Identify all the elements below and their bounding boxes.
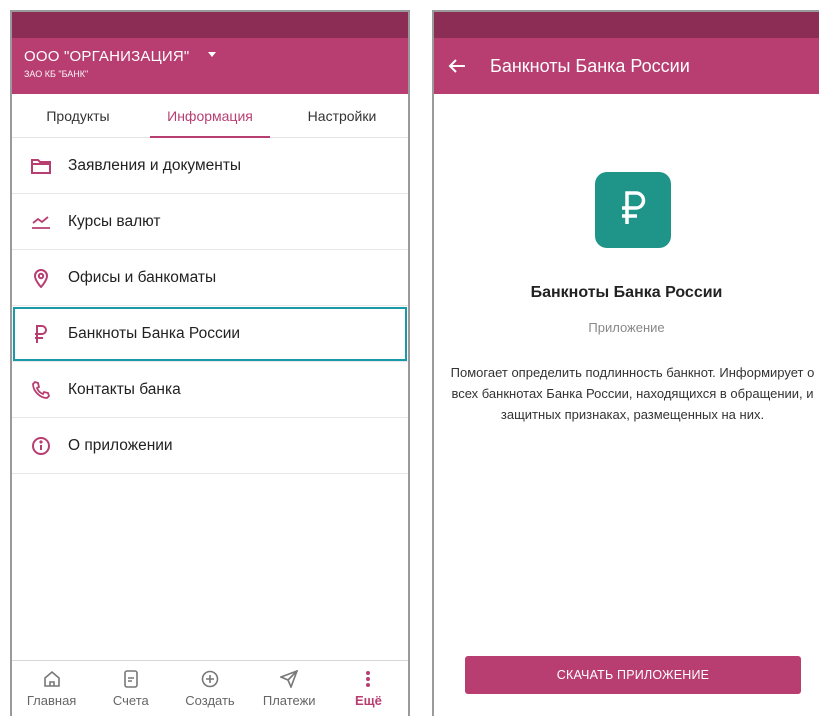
ruble-icon (618, 190, 648, 231)
tab-products[interactable]: Продукты (12, 94, 144, 137)
menu-item-documents[interactable]: Заявления и документы (12, 138, 408, 194)
status-bar (12, 12, 408, 38)
app-header: ООО "ОРГАНИЗАЦИЯ" ЗАО КБ "БАНК" (12, 38, 408, 94)
status-bar (434, 12, 819, 38)
app-logo (595, 172, 671, 248)
menu-item-offices-atms[interactable]: Офисы и банкоматы (12, 250, 408, 306)
tab-label: Настройки (307, 107, 377, 124)
menu-item-label: Банкноты Банка России (68, 324, 241, 342)
info-menu: Заявления и документы Курсы валют Офисы … (12, 138, 408, 474)
arrow-left-icon[interactable] (448, 53, 474, 79)
bottom-navigation: Главная Счета Создать Платежи Ещё (12, 660, 408, 716)
nav-more[interactable]: Ещё (329, 661, 408, 716)
caret-down-icon (207, 52, 216, 58)
phone-icon (30, 379, 52, 401)
bank-name: ЗАО КБ "БАНК" (24, 69, 89, 79)
menu-item-currency-rates[interactable]: Курсы валют (12, 194, 408, 250)
menu-item-label: Курсы валют (68, 212, 161, 230)
menu-item-label: Заявления и документы (68, 156, 242, 174)
nav-label: Платежи (262, 693, 316, 708)
nav-payments[interactable]: Платежи (250, 661, 329, 716)
tab-bar: Продукты Информация Настройки (12, 94, 408, 138)
more-vertical-icon (365, 669, 371, 689)
nav-home[interactable]: Главная (12, 661, 91, 716)
menu-item-bank-contacts[interactable]: Контакты банка (12, 362, 408, 418)
nav-label: Ещё (354, 693, 382, 708)
send-icon (280, 669, 299, 689)
plus-circle-icon (201, 669, 219, 689)
home-icon (43, 669, 61, 689)
chart-icon (30, 211, 52, 233)
nav-label: Счета (112, 693, 149, 708)
left-screen: ООО "ОРГАНИЗАЦИЯ" ЗАО КБ "БАНК" Продукты… (10, 10, 410, 716)
app-subtitle: Приложение (588, 320, 665, 335)
location-pin-icon (30, 267, 52, 289)
document-icon (123, 669, 139, 689)
organization-selector[interactable]: ООО "ОРГАНИЗАЦИЯ" ЗАО КБ "БАНК" (24, 48, 396, 79)
folder-icon (30, 155, 52, 177)
app-header: Банкноты Банка России (434, 38, 819, 94)
tab-label: Информация (167, 107, 253, 124)
menu-item-label: Офисы и банкоматы (68, 268, 217, 286)
tab-settings[interactable]: Настройки (276, 94, 408, 137)
nav-create[interactable]: Создать (170, 661, 249, 716)
tab-information[interactable]: Информация (144, 94, 276, 138)
download-app-button[interactable]: СКАЧАТЬ ПРИЛОЖЕНИЕ (465, 656, 801, 694)
app-title: Банкноты Банка России (530, 284, 723, 301)
menu-item-banknotes[interactable]: Банкноты Банка России (12, 306, 408, 362)
page-title: Банкноты Банка России (490, 55, 690, 76)
menu-item-label: Контакты банка (68, 380, 181, 398)
menu-item-label: О приложении (68, 436, 173, 454)
ruble-icon (30, 323, 52, 345)
nav-label: Создать (185, 693, 235, 708)
download-button-label: СКАЧАТЬ ПРИЛОЖЕНИЕ (556, 668, 710, 682)
info-icon (30, 435, 52, 457)
right-screen: Банкноты Банка России Банкноты Банка Рос… (432, 10, 819, 716)
app-description: Помогает определить подлинность банкнот.… (450, 365, 815, 422)
organization-name: ООО "ОРГАНИЗАЦИЯ" (24, 48, 190, 65)
nav-label: Главная (26, 693, 77, 708)
menu-item-about-app[interactable]: О приложении (12, 418, 408, 474)
tab-label: Продукты (46, 107, 110, 124)
nav-accounts[interactable]: Счета (91, 661, 170, 716)
